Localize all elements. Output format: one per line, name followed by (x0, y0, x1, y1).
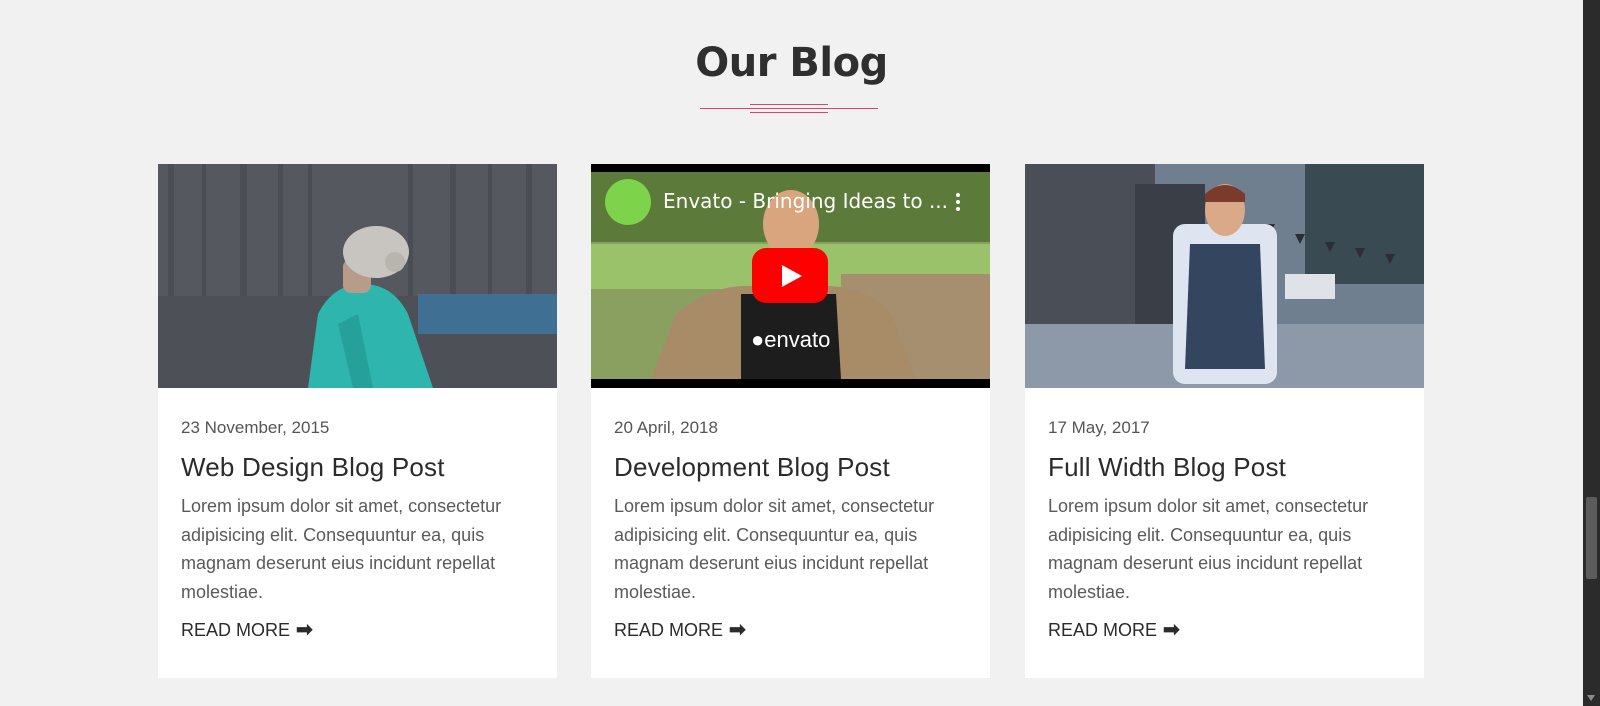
post-date: 17 May, 2017 (1048, 418, 1150, 437)
post-title[interactable]: Development Blog Post (614, 450, 970, 484)
video-title[interactable]: Envato - Bringing Ideas to ... (663, 189, 948, 213)
post-excerpt: Lorem ipsum dolor sit amet, consectetur … (1048, 496, 1369, 602)
post-title[interactable]: Full Width Blog Post (1048, 450, 1404, 484)
arrow-right-icon: ➡ (729, 619, 746, 641)
post-title[interactable]: Web Design Blog Post (181, 450, 537, 484)
blog-section: Our Blog 23 November, 2015 Web Design Bl… (0, 0, 1583, 706)
post-excerpt: Lorem ipsum dolor sit amet, consectetur … (614, 496, 935, 602)
section-title: Our Blog (695, 40, 888, 86)
post-date: 23 November, 2015 (181, 418, 330, 437)
youtube-play-icon[interactable] (752, 248, 828, 303)
blog-card: 23 November, 2015 Web Design Blog Post L… (158, 164, 557, 678)
svg-text:●envato: ●envato (751, 327, 830, 352)
read-more-link[interactable]: READ MORE ➡ (614, 618, 746, 642)
read-more-label: READ MORE (1048, 620, 1158, 640)
post-excerpt: Lorem ipsum dolor sit amet, consectetur … (181, 496, 502, 602)
arrow-right-icon: ➡ (1163, 619, 1180, 641)
kebab-menu-icon[interactable] (956, 193, 960, 214)
post-image[interactable] (1025, 164, 1424, 388)
title-divider (700, 104, 880, 120)
post-image[interactable] (158, 164, 557, 388)
blog-card: 17 May, 2017 Full Width Blog Post Lorem … (1025, 164, 1424, 678)
vertical-scrollbar[interactable] (1583, 0, 1600, 706)
blog-card: ●envato Envato - Bringing Ideas to ... 2… (591, 164, 990, 678)
scroll-down-icon[interactable] (1586, 692, 1597, 704)
read-more-label: READ MORE (614, 620, 724, 640)
read-more-label: READ MORE (181, 620, 291, 640)
post-date: 20 April, 2018 (614, 418, 718, 437)
arrow-right-icon: ➡ (296, 619, 313, 641)
scrollbar-thumb[interactable] (1586, 497, 1597, 579)
embedded-video[interactable]: ●envato Envato - Bringing Ideas to ... (591, 164, 990, 388)
channel-logo-icon[interactable] (605, 179, 651, 225)
read-more-link[interactable]: READ MORE ➡ (181, 618, 313, 642)
read-more-link[interactable]: READ MORE ➡ (1048, 618, 1180, 642)
